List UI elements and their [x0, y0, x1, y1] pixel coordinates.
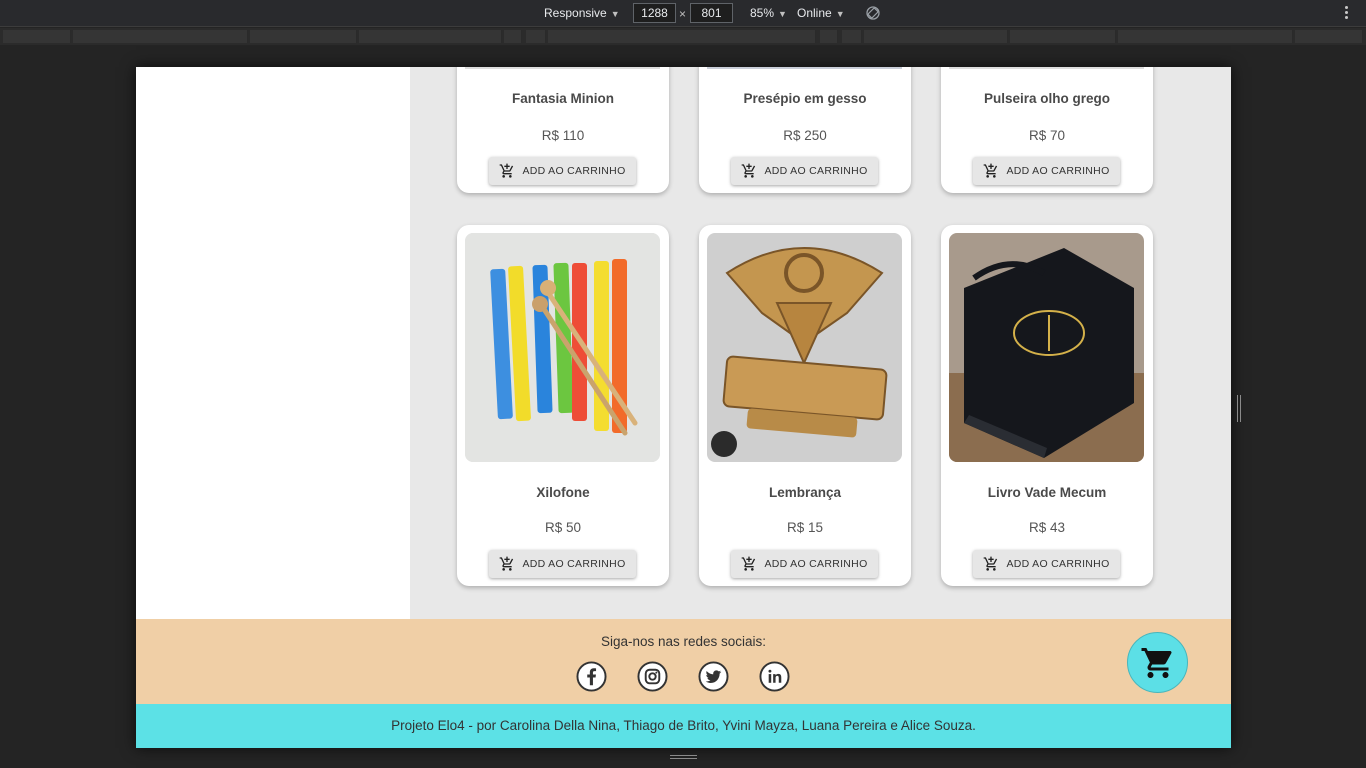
network-label: Online [797, 6, 832, 20]
caret-down-icon: ▼ [835, 9, 845, 19]
product-name: Presépio em gesso [743, 91, 867, 106]
resize-handle-right[interactable] [1237, 395, 1243, 422]
zoom-select[interactable]: 85% ▼ [750, 0, 787, 27]
add-to-cart-button[interactable]: ADD AO CARRINHO [489, 157, 636, 185]
product-price: R$ 50 [544, 520, 582, 535]
product-image-book-cover [949, 233, 1144, 462]
product-price: R$ 70 [1028, 128, 1066, 143]
shopping-cart-icon [1141, 647, 1172, 678]
add-cart-icon [984, 163, 998, 178]
social-title: Siga-nos nas redes sociais: [600, 634, 767, 649]
button-label: ADD AO CARRINHO [764, 558, 868, 570]
product-price: R$ 43 [1028, 520, 1066, 535]
width-input[interactable]: 1288 [633, 3, 676, 23]
button-label: ADD AO CARRINHO [522, 558, 626, 570]
twitter-icon[interactable] [698, 661, 729, 692]
product-name: Xilofone [536, 485, 590, 500]
facebook-icon[interactable] [576, 661, 607, 692]
media-query-bar [0, 28, 1366, 45]
rotate-icon[interactable] [866, 6, 880, 20]
product-card: Fantasia Minion R$ 110 ADD AO CARRINHO [457, 67, 669, 193]
add-cart-icon [500, 556, 514, 571]
add-cart-icon [500, 163, 514, 178]
product-name: Pulseira olho grego [983, 91, 1111, 106]
add-to-cart-button[interactable]: ADD AO CARRINHO [973, 550, 1120, 578]
product-image-xylophone [465, 233, 660, 462]
button-label: ADD AO CARRINHO [522, 165, 626, 177]
footer-credits: Projeto Elo4 - por Carolina Della Nina, … [136, 704, 1231, 748]
add-to-cart-button[interactable]: ADD AO CARRINHO [489, 550, 636, 578]
resize-handle-bottom[interactable] [670, 755, 697, 761]
page-viewport: Fantasia Minion R$ 110 ADD AO CARRINHO P… [136, 67, 1231, 748]
add-to-cart-button[interactable]: ADD AO CARRINHO [731, 157, 878, 185]
add-cart-icon [742, 556, 756, 571]
add-to-cart-button[interactable]: ADD AO CARRINHO [731, 550, 878, 578]
product-card: Livro Vade Mecum R$ 43 ADD AO CARRINHO [941, 225, 1153, 586]
network-select[interactable]: Online ▼ [797, 0, 845, 27]
caret-down-icon: ▼ [610, 9, 620, 19]
button-label: ADD AO CARRINHO [764, 165, 868, 177]
caret-down-icon: ▼ [778, 9, 787, 19]
product-name: Lembrança [768, 485, 842, 500]
more-options-icon[interactable] [1343, 6, 1349, 22]
floating-cart-button[interactable] [1127, 632, 1188, 693]
product-price: R$ 250 [783, 128, 827, 143]
product-card: Presépio em gesso R$ 250 ADD AO CARRINHO [699, 67, 911, 193]
product-card: Lembrança R$ 15 ADD AO CARRINHO [699, 225, 911, 586]
product-grid: Fantasia Minion R$ 110 ADD AO CARRINHO P… [410, 67, 1231, 619]
product-image [949, 67, 1144, 69]
instagram-icon[interactable] [637, 661, 668, 692]
button-label: ADD AO CARRINHO [1006, 165, 1110, 177]
product-name: Fantasia Minion [511, 91, 614, 106]
product-image-souvenir [707, 233, 902, 462]
device-select[interactable]: Responsive ▼ [544, 0, 620, 27]
product-card: Pulseira olho grego R$ 70 ADD AO CARRINH… [941, 67, 1153, 193]
footer-social: Siga-nos nas redes sociais: [136, 619, 1231, 704]
product-card: Xilofone R$ 50 ADD AO CARRINHO [457, 225, 669, 586]
linkedin-icon[interactable] [759, 661, 790, 692]
credits-text: Projeto Elo4 - por Carolina Della Nina, … [391, 718, 976, 733]
add-cart-icon [742, 163, 756, 178]
devtools-toolbar: Responsive ▼ 1288 × 801 85% ▼ Online ▼ [0, 0, 1366, 27]
product-name: Livro Vade Mecum [987, 485, 1107, 500]
filter-sidebar [136, 67, 410, 619]
device-label: Responsive [544, 6, 607, 20]
product-price: R$ 15 [786, 520, 824, 535]
product-price: R$ 110 [541, 128, 585, 143]
zoom-label: 85% [750, 6, 775, 20]
add-cart-icon [984, 556, 998, 571]
add-to-cart-button[interactable]: ADD AO CARRINHO [973, 157, 1120, 185]
dimension-separator: × [679, 7, 687, 21]
button-label: ADD AO CARRINHO [1006, 558, 1110, 570]
height-input[interactable]: 801 [690, 3, 733, 23]
product-image [465, 67, 660, 69]
product-image [707, 67, 902, 69]
